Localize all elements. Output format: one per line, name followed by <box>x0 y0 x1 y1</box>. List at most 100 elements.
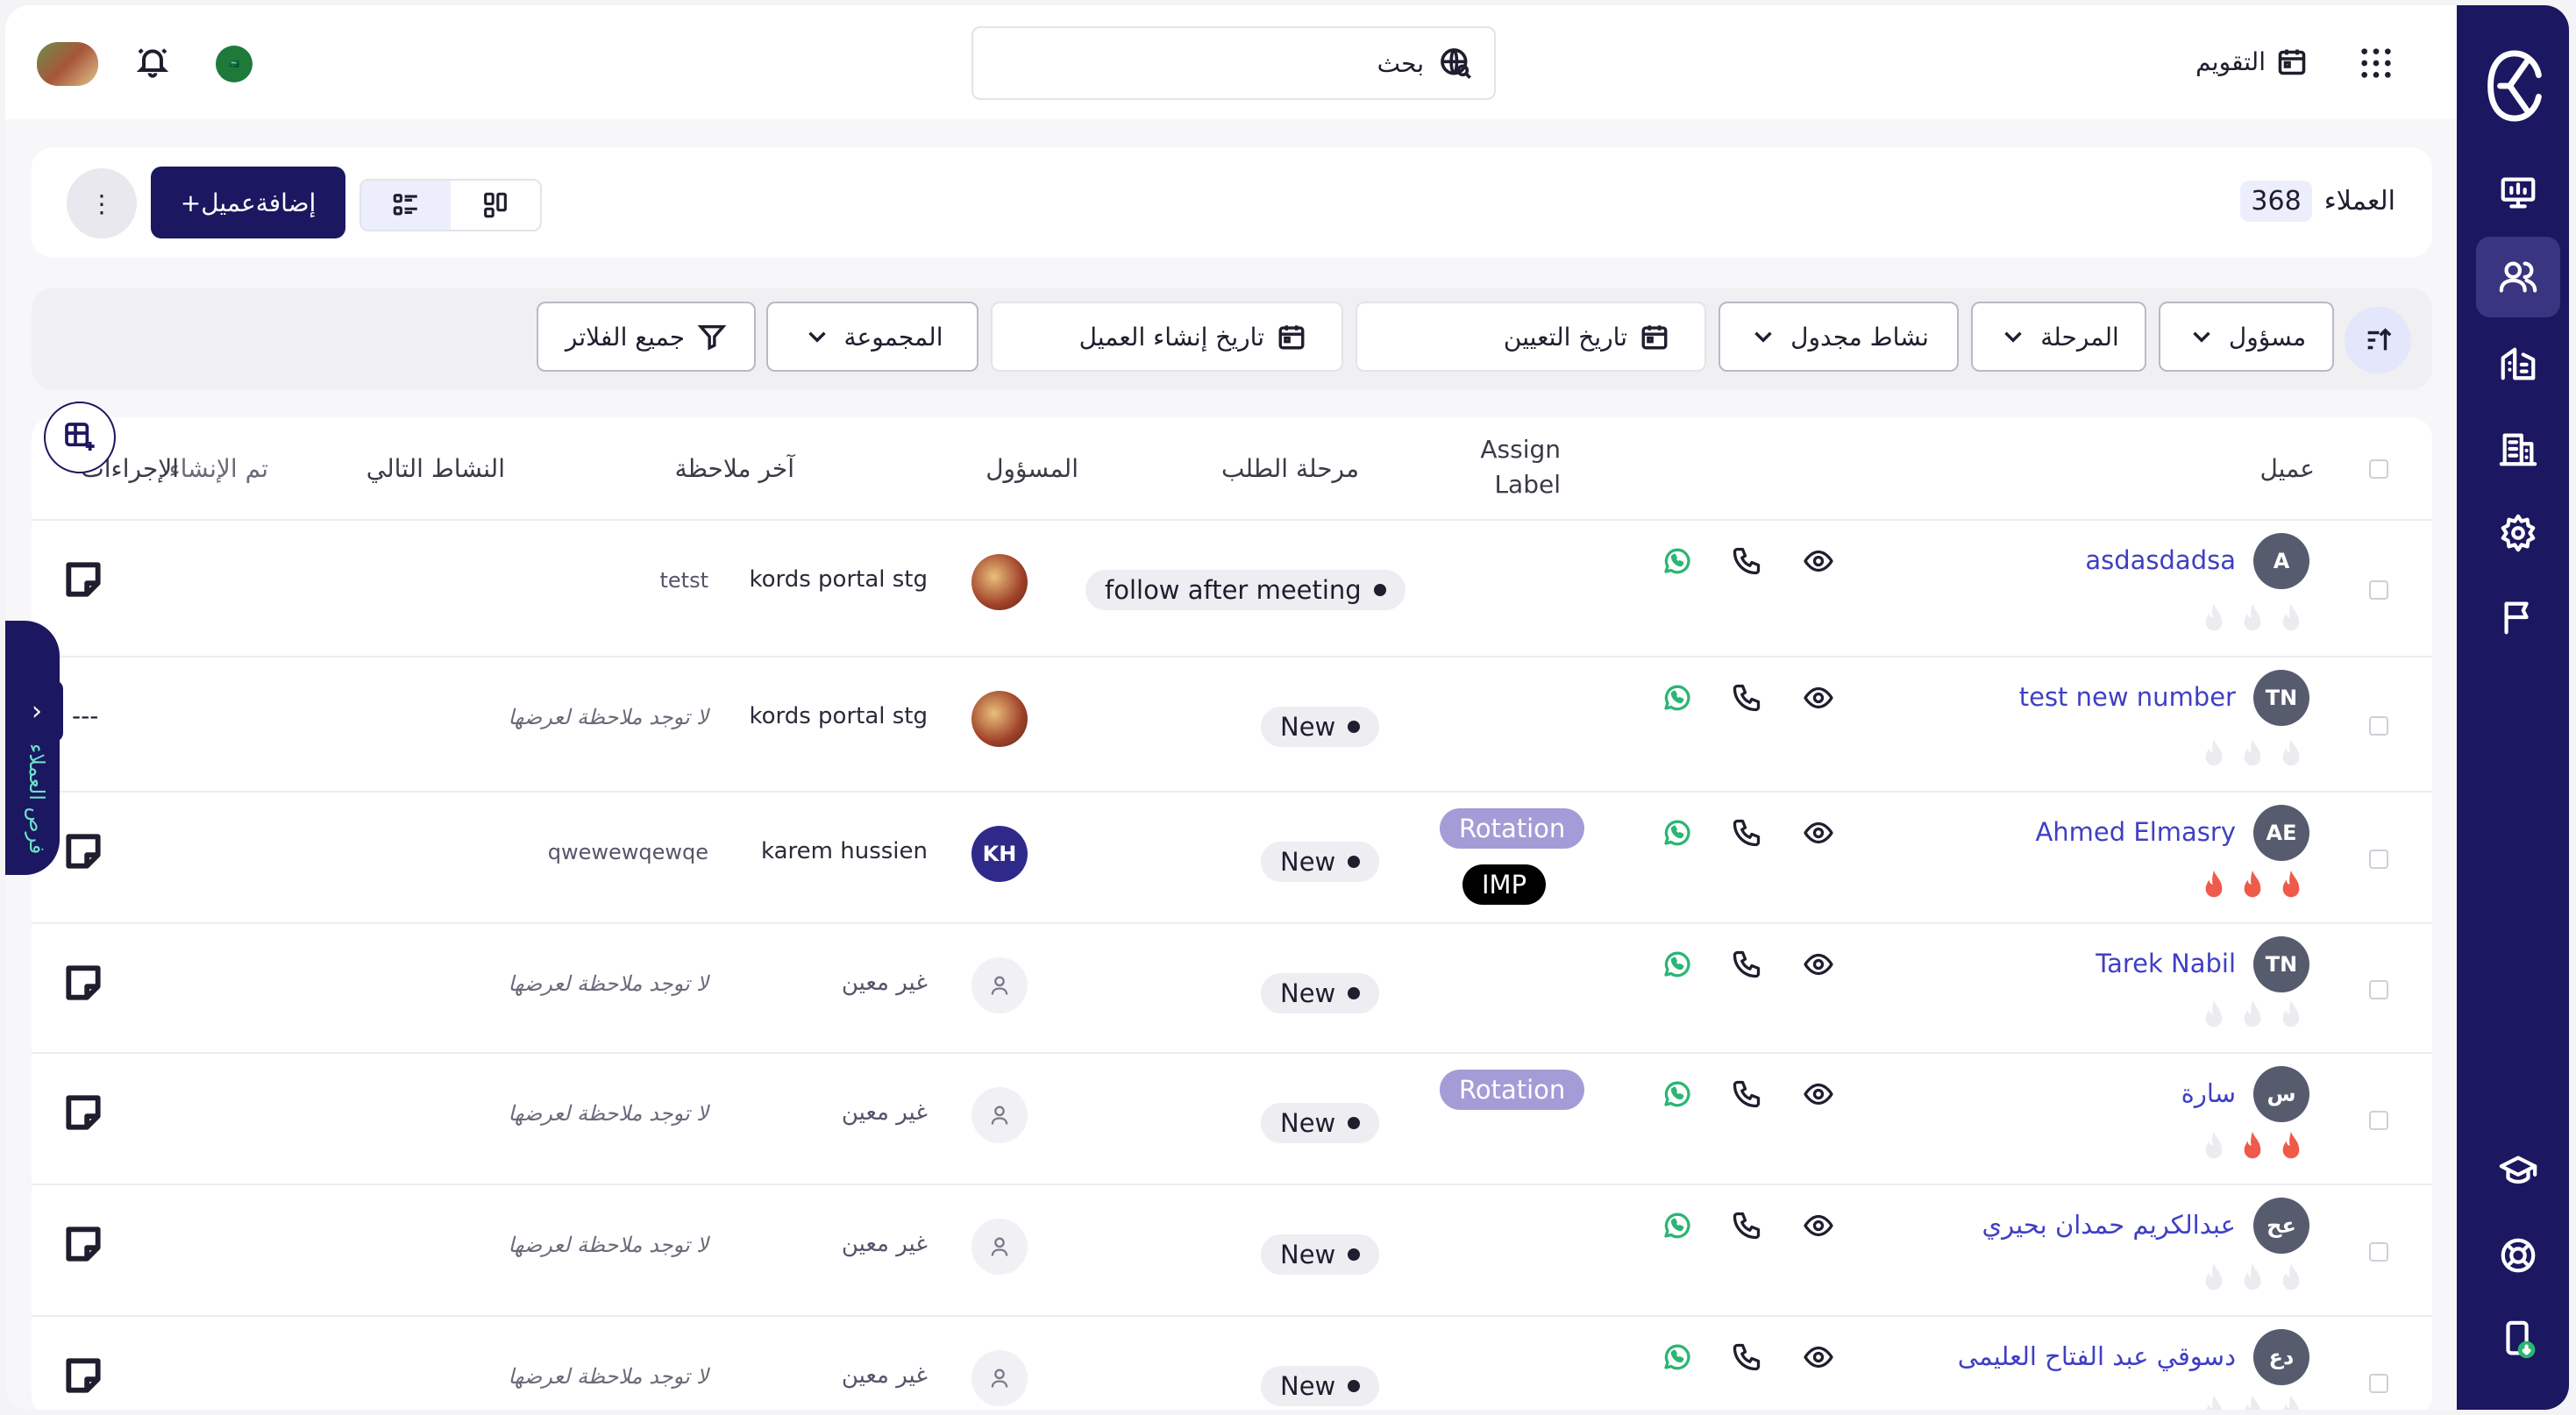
table-columns-settings-button[interactable] <box>44 402 116 473</box>
client-rating[interactable] <box>2199 736 2306 775</box>
flame-icon[interactable] <box>2276 1392 2306 1410</box>
table-row[interactable]: TN Tarek Nabil New غير معين لا توجد ملاحظة ل… <box>32 922 2432 1054</box>
flame-icon[interactable] <box>2276 998 2306 1036</box>
flame-icon[interactable] <box>2238 1392 2267 1410</box>
flame-icon[interactable] <box>2199 601 2229 640</box>
flame-icon[interactable] <box>2238 998 2267 1036</box>
owner-filter[interactable]: مسؤول <box>2159 302 2334 372</box>
client-name-link[interactable]: Ahmed Elmasry <box>2035 817 2236 847</box>
row-checkbox[interactable] <box>2369 980 2388 999</box>
table-row[interactable]: Aasdasdadsa follow after meeting kords por… <box>32 519 2432 658</box>
calendar-link[interactable]: التقويم <box>2195 46 2308 77</box>
client-name-link[interactable]: asdasdadsa <box>2085 545 2236 575</box>
stage-pill[interactable]: New <box>1261 1234 1380 1275</box>
stage-pill[interactable]: New <box>1261 707 1380 747</box>
add-note-icon[interactable] <box>61 829 105 873</box>
row-checkbox[interactable] <box>2369 1374 2388 1393</box>
table-row[interactable]: عح عبدالكريم حمدان بحيري New غير معين لا توج… <box>32 1184 2432 1317</box>
client-rating[interactable] <box>2199 1129 2306 1168</box>
view-client-eye-icon[interactable] <box>1803 949 1834 980</box>
add-note-icon[interactable] <box>61 961 105 1005</box>
sidebar-item-reports[interactable] <box>2476 577 2560 658</box>
flame-icon[interactable] <box>2238 1129 2267 1168</box>
all-filters-button[interactable]: جميع الفلاتر <box>537 302 756 372</box>
drawer-toggle-arrow[interactable]: › <box>11 680 63 742</box>
stage-pill[interactable]: follow after meeting <box>1085 570 1405 610</box>
user-avatar[interactable] <box>37 42 98 86</box>
call-phone-icon[interactable] <box>1731 1341 1762 1373</box>
sidebar-item-download-app[interactable] <box>2476 1299 2560 1380</box>
language-flag-icon[interactable]: 🇸🇦 <box>216 46 253 82</box>
header-stage[interactable]: مرحلة الطلب <box>1221 454 1359 483</box>
call-phone-icon[interactable] <box>1731 682 1762 714</box>
side-drawer-tab[interactable]: › فرص العملاء <box>5 621 63 875</box>
flame-icon[interactable] <box>2199 736 2229 775</box>
add-note-icon[interactable] <box>61 1354 105 1397</box>
search-input[interactable] <box>1159 47 1426 79</box>
sidebar-item-support[interactable] <box>2476 1215 2560 1296</box>
header-last-note[interactable]: آخر ملاحظة <box>675 454 794 483</box>
add-note-icon[interactable] <box>61 558 105 601</box>
header-done[interactable]: تم الإنشاء <box>168 454 268 483</box>
flame-icon[interactable] <box>2276 736 2306 775</box>
flame-icon[interactable] <box>2276 1261 2306 1299</box>
call-phone-icon[interactable] <box>1731 1078 1762 1110</box>
client-name-link[interactable]: Tarek Nabil <box>2096 949 2236 978</box>
whatsapp-icon[interactable] <box>1661 545 1692 577</box>
flame-icon[interactable] <box>2276 1129 2306 1168</box>
row-checkbox[interactable] <box>2369 716 2388 736</box>
whatsapp-icon[interactable] <box>1661 817 1692 849</box>
call-phone-icon[interactable] <box>1731 1210 1762 1241</box>
table-row[interactable]: س سارة Rotation New غير معين لا توجد ملاحظة ل… <box>32 1052 2432 1185</box>
sidebar-item-settings[interactable] <box>2476 493 2560 573</box>
kanban-view-button[interactable] <box>451 181 540 230</box>
header-client[interactable]: عميل <box>2259 454 2315 483</box>
header-owner[interactable]: المسؤول <box>986 454 1078 483</box>
client-rating[interactable] <box>2199 1261 2306 1299</box>
flame-icon[interactable] <box>2199 1392 2229 1410</box>
row-checkbox[interactable] <box>2369 1111 2388 1130</box>
flame-icon[interactable] <box>2238 868 2267 907</box>
stage-pill[interactable]: New <box>1261 1103 1380 1143</box>
sidebar-item-projects[interactable] <box>2476 409 2560 489</box>
whatsapp-icon[interactable] <box>1661 1210 1692 1241</box>
row-checkbox[interactable] <box>2369 1242 2388 1262</box>
client-name-link[interactable]: عبدالكريم حمدان بحيري <box>1982 1210 2236 1240</box>
view-client-eye-icon[interactable] <box>1803 1341 1834 1373</box>
brand-logo-icon[interactable] <box>2478 44 2551 128</box>
client-rating[interactable] <box>2199 868 2306 907</box>
stage-pill[interactable]: New <box>1261 842 1380 882</box>
add-note-icon[interactable] <box>61 1222 105 1266</box>
row-checkbox[interactable] <box>2369 850 2388 869</box>
call-phone-icon[interactable] <box>1731 817 1762 849</box>
header-next-activity[interactable]: النشاط التالي <box>366 454 505 483</box>
call-phone-icon[interactable] <box>1731 949 1762 980</box>
client-name-link[interactable]: سارة <box>2181 1078 2236 1108</box>
client-rating[interactable] <box>2199 601 2306 640</box>
more-options-button[interactable]: ⋮ <box>67 168 137 238</box>
flame-icon[interactable] <box>2238 1261 2267 1299</box>
client-rating[interactable] <box>2199 998 2306 1036</box>
whatsapp-icon[interactable] <box>1661 1078 1692 1110</box>
sidebar-item-properties[interactable] <box>2476 323 2560 403</box>
list-view-button[interactable] <box>361 181 451 230</box>
sort-button[interactable] <box>2345 307 2411 373</box>
view-client-eye-icon[interactable] <box>1803 1078 1834 1110</box>
whatsapp-icon[interactable] <box>1661 682 1692 714</box>
stage-filter[interactable]: المرحلة <box>1971 302 2146 372</box>
notifications-bell-icon[interactable] <box>135 44 174 82</box>
flame-icon[interactable] <box>2199 868 2229 907</box>
flame-icon[interactable] <box>2276 868 2306 907</box>
apps-grid-icon[interactable] <box>2359 46 2394 81</box>
sidebar-item-clients[interactable] <box>2476 237 2560 317</box>
add-note-icon[interactable] <box>61 1091 105 1134</box>
view-client-eye-icon[interactable] <box>1803 682 1834 714</box>
flame-icon[interactable] <box>2199 998 2229 1036</box>
flame-icon[interactable] <box>2238 736 2267 775</box>
flame-icon[interactable] <box>2199 1261 2229 1299</box>
view-client-eye-icon[interactable] <box>1803 545 1834 577</box>
table-row[interactable]: دع دسوقي عبد الفتاح العليمى New غير معين لا … <box>32 1315 2432 1410</box>
flame-icon[interactable] <box>2276 601 2306 640</box>
stage-pill[interactable]: New <box>1261 973 1380 1013</box>
whatsapp-icon[interactable] <box>1661 1341 1692 1373</box>
